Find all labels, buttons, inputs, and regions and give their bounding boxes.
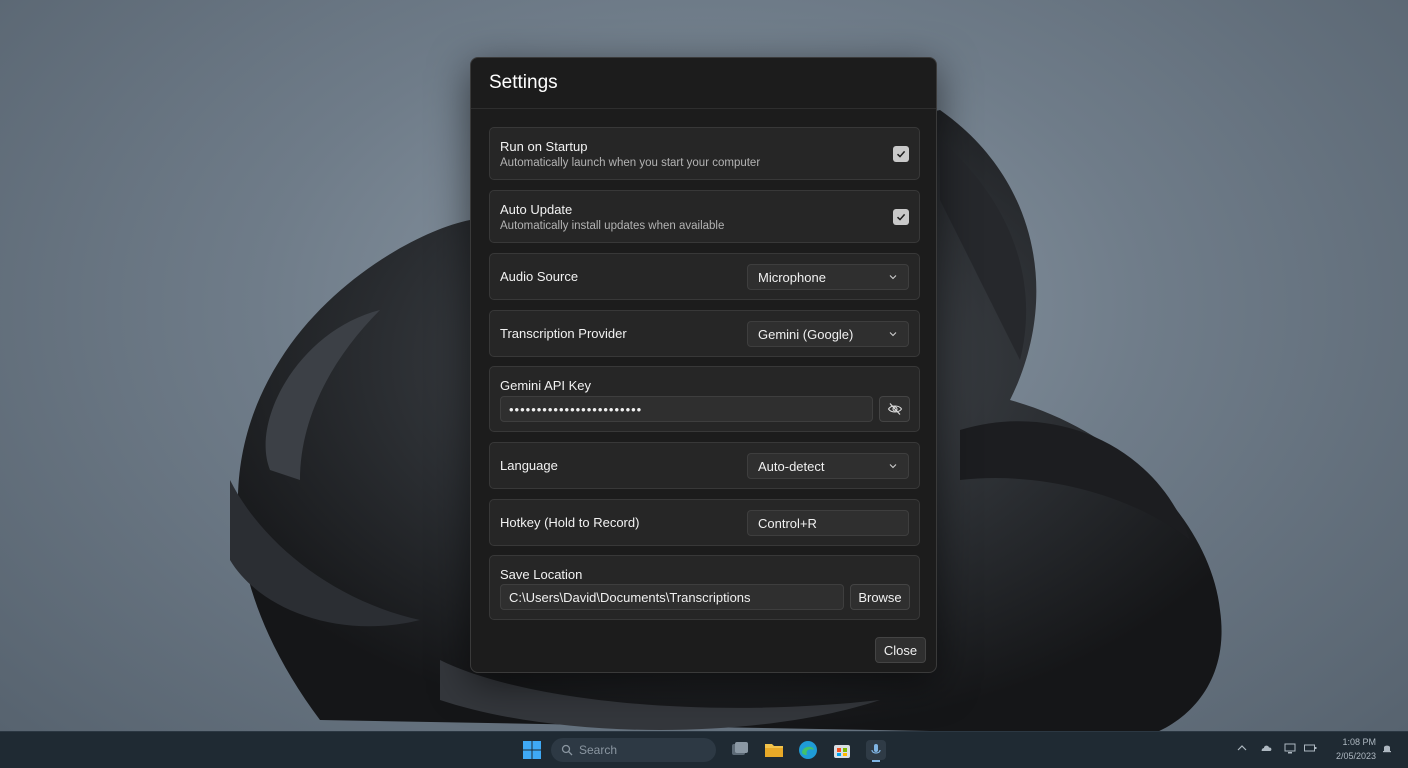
close-button[interactable]: Close [875,637,926,663]
run-on-startup-label: Run on Startup [500,139,588,154]
notification-bell-icon[interactable] [1380,741,1394,755]
windows-start-icon[interactable] [520,738,544,762]
run-on-startup-description: Automatically launch when you start your… [500,157,761,169]
audio-source-dropdown[interactable]: Microphone [747,264,909,290]
taskbar-search[interactable]: Search [551,738,716,762]
app-icon[interactable] [864,738,888,762]
chevron-down-icon [889,275,897,280]
network-icon[interactable] [1283,741,1297,755]
toggle-api-key-visibility-button[interactable] [879,396,910,422]
run-on-startup-card: Run on Startup Automatically launch when… [489,127,920,180]
close-button-label: Close [883,642,918,658]
chevron-down-icon [889,464,897,469]
save-location-card: Save Location C:\Users\David\Documents\T… [489,555,920,620]
audio-source-label: Audio Source [500,269,579,284]
system-clock[interactable]: 1:08 PM 2/05/2023 [1328,735,1376,763]
clock-date: 2/05/2023 [1335,751,1376,761]
dialog-title: Settings [489,72,558,93]
dialog-header: Settings [471,58,936,109]
transcription-provider-value: Gemini (Google) [758,326,854,342]
language-card: Language Auto-detect [489,442,920,489]
auto-update-description: Automatically install updates when avail… [500,220,725,232]
audio-source-value: Microphone [758,269,826,285]
search-icon [561,744,573,756]
api-key-card: Gemini API Key •••••••••••••••••••••••• [489,366,920,432]
api-key-label: Gemini API Key [500,378,592,393]
edge-icon[interactable] [796,738,820,762]
taskbar: Search 1:08 PM 2/05/2023 [0,731,1408,768]
save-location-value: C:\Users\David\Documents\Transcriptions [509,589,751,605]
checkmark-icon [896,213,906,221]
auto-update-checkbox[interactable] [893,209,909,225]
run-on-startup-checkbox[interactable] [893,146,909,162]
settings-dialog: Settings Run on Startup Automatically la… [470,57,937,673]
store-icon[interactable] [830,738,854,762]
clock-time: 1:08 PM [1342,737,1376,747]
hotkey-value: Control+R [758,515,817,531]
transcription-provider-dropdown[interactable]: Gemini (Google) [747,321,909,347]
hotkey-input[interactable]: Control+R [747,510,909,536]
hotkey-card: Hotkey (Hold to Record) Control+R [489,499,920,546]
browse-button[interactable]: Browse [850,584,910,610]
language-label: Language [500,458,558,473]
transcription-provider-label: Transcription Provider [500,326,627,341]
auto-update-label: Auto Update [500,202,573,217]
hotkey-label: Hotkey (Hold to Record) [500,515,640,530]
chevron-down-icon [889,332,897,337]
taskbar-search-placeholder: Search [579,743,618,757]
file-explorer-icon[interactable] [762,738,786,762]
task-view-icon[interactable] [728,738,752,762]
save-location-label: Save Location [500,567,583,582]
battery-icon[interactable] [1303,741,1317,755]
audio-source-card: Audio Source Microphone [489,253,920,300]
auto-update-card: Auto Update Automatically install update… [489,190,920,243]
browse-button-label: Browse [858,589,902,605]
chevron-up-icon[interactable] [1235,741,1249,755]
cloud-icon[interactable] [1259,741,1273,755]
api-key-value: •••••••••••••••••••••••• [509,401,643,417]
eye-hidden-icon [887,403,902,415]
save-location-input[interactable]: C:\Users\David\Documents\Transcriptions [500,584,844,610]
transcription-provider-card: Transcription Provider Gemini (Google) [489,310,920,357]
language-dropdown[interactable]: Auto-detect [747,453,909,479]
api-key-input[interactable]: •••••••••••••••••••••••• [500,396,873,422]
language-value: Auto-detect [758,458,825,474]
checkmark-icon [896,150,906,158]
